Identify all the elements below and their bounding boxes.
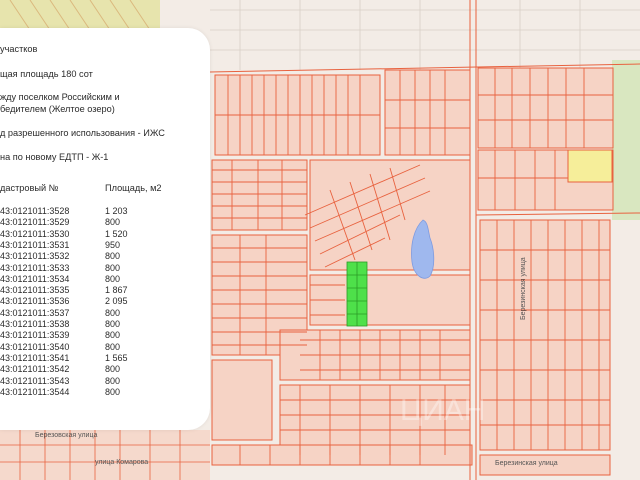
table-row: 43:0121011:3532 800 bbox=[0, 251, 210, 262]
cadastral-number: 43:0121011:3533 bbox=[0, 262, 70, 273]
panel-line-zone: на по новому ЕДТП - Ж-1 bbox=[0, 152, 109, 162]
parcel-area: 800 bbox=[105, 375, 121, 386]
table-row: 43:0121011:3529 800 bbox=[0, 217, 210, 228]
table-row: 43:0121011:3528 1 203 bbox=[0, 206, 210, 217]
parcel-area: 800 bbox=[105, 273, 121, 284]
street-label-1: Березовская улица bbox=[35, 432, 98, 439]
parcel-area: 800 bbox=[105, 386, 121, 397]
cadastral-number: 43:0121011:3537 bbox=[0, 307, 70, 318]
panel-line-count: участков bbox=[0, 44, 38, 54]
table-row: 43:0121011:3531 950 bbox=[0, 240, 210, 251]
cadastral-number: 43:0121011:3538 bbox=[0, 319, 70, 329]
panel-line-location-2: бедителем (Желтое озеро) bbox=[0, 104, 115, 114]
cadastral-number: 43:0121011:3534 bbox=[0, 273, 70, 284]
table-row: 43:0121011:3541 1 565 bbox=[0, 353, 210, 364]
street-label-3: Березинская улица bbox=[495, 460, 558, 467]
table-row: 43:0121011:3530 1 520 bbox=[0, 229, 210, 240]
table-row: 43:0121011:3535 1 867 bbox=[0, 285, 210, 296]
yellow-parcel bbox=[567, 149, 613, 183]
cadastral-number: 43:0121011:3541 bbox=[0, 352, 70, 363]
parcel-area: 800 bbox=[105, 330, 121, 341]
parcel-area: 1 520 bbox=[105, 228, 128, 239]
parcel-area: 800 bbox=[105, 341, 121, 352]
panel-line-total-area: щая площадь 180 сот bbox=[0, 69, 93, 79]
table-row: 43:0121011:3536 2 095 bbox=[0, 296, 210, 307]
parcel-area: 1 867 bbox=[105, 285, 128, 296]
parcel-area: 800 bbox=[105, 364, 121, 375]
table-row: 43:0121011:3533 800 bbox=[0, 263, 210, 274]
parcel-area: 800 bbox=[105, 262, 121, 273]
cadastral-number: 43:0121011:3532 bbox=[0, 251, 70, 262]
cadastral-number: 43:0121011:3544 bbox=[0, 386, 70, 397]
table-row: 43:0121011:3539 800 bbox=[0, 330, 210, 341]
cadastral-number: 43:0121011:3536 bbox=[0, 296, 70, 307]
parcel-area: 1 565 bbox=[105, 352, 128, 363]
cadastral-number: 43:0121011:3543 bbox=[0, 375, 70, 386]
street-label-4: Березинская улица bbox=[520, 257, 527, 320]
parcel-area: 800 bbox=[105, 319, 121, 329]
cadastral-number: 43:0121011:3530 bbox=[0, 228, 70, 239]
parcel-area: 1 203 bbox=[105, 206, 128, 216]
highlighted-parcels bbox=[346, 261, 368, 327]
parcel-area: 800 bbox=[105, 217, 121, 228]
cadastral-number: 43:0121011:3539 bbox=[0, 330, 70, 341]
parcel-area: 800 bbox=[105, 307, 121, 318]
cadastral-number: 43:0121011:3531 bbox=[0, 239, 70, 250]
cadastral-number: 43:0121011:3542 bbox=[0, 364, 70, 375]
green-area bbox=[612, 60, 640, 220]
column-header-area: Площадь, м2 bbox=[105, 183, 162, 193]
column-header-cadastral: дастровый № bbox=[0, 183, 59, 193]
table-row: 43:0121011:3544 800 bbox=[0, 387, 210, 398]
parcel-area: 2 095 bbox=[105, 296, 128, 307]
table-row: 43:0121011:3538 800 bbox=[0, 319, 210, 330]
panel-line-location-1: жду поселком Российским и bbox=[0, 92, 120, 102]
watermark: ЦИАН bbox=[400, 394, 485, 427]
table-row: 43:0121011:3534 800 bbox=[0, 274, 210, 285]
table-row: 43:0121011:3543 800 bbox=[0, 376, 210, 387]
top-left-area bbox=[0, 0, 160, 31]
info-panel: участков щая площадь 180 сот жду поселко… bbox=[0, 28, 210, 430]
cadastral-number: 43:0121011:3535 bbox=[0, 285, 70, 296]
bottom-left-parcels bbox=[0, 430, 210, 480]
table-row: 43:0121011:3542 800 bbox=[0, 364, 210, 375]
cadastral-number: 43:0121011:3540 bbox=[0, 341, 70, 352]
table-row: 43:0121011:3537 800 bbox=[0, 308, 210, 319]
parcel-area: 800 bbox=[105, 251, 121, 262]
cadastral-number: 43:0121011:3528 bbox=[0, 206, 70, 216]
cadastral-number: 43:0121011:3529 bbox=[0, 217, 70, 228]
panel-line-usage: д разрешенного использования - ИЖС bbox=[0, 128, 165, 138]
parcel-area: 950 bbox=[105, 239, 121, 250]
table-row: 43:0121011:3540 800 bbox=[0, 342, 210, 353]
street-label-2: улица Комарова bbox=[95, 459, 149, 466]
